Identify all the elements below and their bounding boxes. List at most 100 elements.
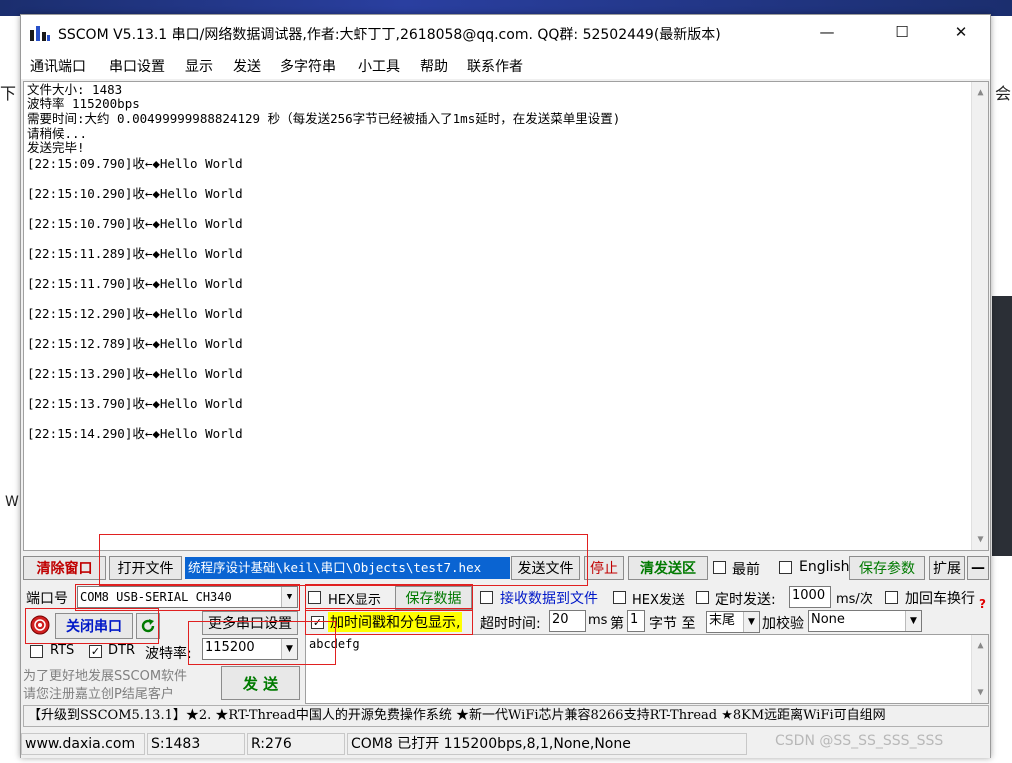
interval-input[interactable]: 1000 (789, 586, 831, 608)
send-file-button[interactable]: 发送文件 (511, 556, 580, 580)
refresh-icon[interactable] (136, 613, 160, 639)
help-icon[interactable]: ? (979, 597, 986, 611)
chevron-down-icon[interactable]: ▼ (743, 612, 759, 632)
register-hint: 请您注册嘉立创P结尾客户 (23, 687, 174, 702)
port-value: COM8 USB-SERIAL CH340 (80, 590, 232, 604)
background-panel (992, 296, 1012, 556)
hex-send-label: HEX发送 (632, 593, 685, 608)
minimize-button[interactable]: — (804, 15, 850, 49)
chevron-down-icon[interactable]: ▼ (281, 639, 297, 659)
status-received-count: R:276 (247, 733, 345, 755)
expand-button[interactable]: 扩展 (929, 556, 965, 580)
recv-header-line: 需要时间:大约 0.00499999988824129 秒（每发送256字节已经… (27, 111, 621, 126)
chevron-down-icon[interactable]: ▼ (905, 611, 921, 631)
recv-log-line: [22:15:13.790]收←◆Hello World (27, 396, 243, 411)
menu-serial-settings[interactable]: 串口设置 (109, 56, 165, 76)
recv-log-line: [22:15:13.290]收←◆Hello World (27, 366, 243, 381)
scroll-down-icon[interactable]: ▼ (972, 684, 989, 701)
app-icon (30, 26, 50, 41)
baud-select[interactable]: 115200 ▼ (202, 638, 298, 660)
add-newline-label: 加回车换行 (905, 591, 975, 607)
menu-display[interactable]: 显示 (185, 56, 213, 76)
recv-log-line: [22:15:09.790]收←◆Hello World (27, 156, 243, 171)
menu-tools[interactable]: 小工具 (358, 56, 400, 76)
recv-log-line: [22:15:12.789]收←◆Hello World (27, 336, 243, 351)
byte-to-label: 字节 至 (649, 616, 696, 632)
recv-header-line: 波特率 115200bps (27, 96, 140, 111)
checksum-value: None (811, 612, 845, 627)
stop-button[interactable]: 停止 (584, 556, 624, 580)
menu-contact-author[interactable]: 联系作者 (467, 56, 523, 76)
menu-comm-port[interactable]: 通讯端口 (30, 56, 86, 76)
timeout-unit: ms (588, 613, 608, 628)
ad-bar[interactable]: 【升级到SSCOM5.13.1】★2. ★RT-Thread中国人的开源免费操作… (23, 705, 989, 727)
status-port-info: COM8 已打开 115200bps,8,1,None,None (347, 733, 747, 755)
more-serial-settings-button[interactable]: 更多串口设置 (202, 611, 298, 635)
send-button[interactable]: 发 送 (221, 666, 300, 700)
end-select[interactable]: 末尾 ▼ (706, 611, 760, 633)
recv-to-file-checkbox[interactable] (480, 591, 493, 604)
scroll-up-icon[interactable]: ▲ (972, 84, 988, 101)
recv-header-line: 请稍候... (27, 126, 88, 141)
receive-area[interactable]: 文件大小: 1483 波特率 115200bps 需要时间:大约 0.00499… (23, 81, 989, 551)
add-newline-checkbox[interactable] (885, 591, 898, 604)
file-path-input[interactable]: 统程序设计基础\keil\串口\Objects\test7.hex (185, 557, 510, 579)
menu-multi-string[interactable]: 多字符串 (280, 56, 336, 76)
receive-scrollbar[interactable]: ▲ ▼ (971, 82, 988, 550)
collapse-button[interactable]: — (967, 556, 989, 580)
start-byte-input[interactable]: 1 (627, 610, 645, 632)
recv-log-line: [22:15:11.790]收←◆Hello World (27, 276, 243, 291)
recv-log-line: [22:15:10.790]收←◆Hello World (27, 216, 243, 231)
send-text: abcdefg (309, 637, 360, 651)
timeout-label: 超时时间: (480, 616, 541, 632)
topmost-label: 最前 (732, 562, 760, 578)
open-file-button[interactable]: 打开文件 (109, 556, 182, 580)
sscom-window: SSCOM V5.13.1 串口/网络数据调试器,作者:大虾丁丁,2618058… (20, 14, 991, 758)
menu-bar: 通讯端口 串口设置 显示 发送 多字符串 小工具 帮助 联系作者 (21, 49, 990, 79)
close-port-button[interactable]: 关闭串口 (55, 613, 133, 639)
timeout-input[interactable]: 20 (549, 610, 586, 632)
english-label: English (799, 559, 850, 575)
recv-log-line: [22:15:12.290]收←◆Hello World (27, 306, 243, 321)
rts-label: RTS (50, 643, 75, 658)
status-sent-count: S:1483 (147, 733, 245, 755)
status-website[interactable]: www.daxia.com (21, 733, 145, 755)
register-hint: 为了更好地发展SSCOM软件 (23, 669, 188, 684)
rts-checkbox[interactable] (30, 645, 43, 658)
topmost-checkbox[interactable] (713, 561, 726, 574)
clear-send-button[interactable]: 清发送区 (628, 556, 708, 580)
recv-to-file-label: 接收数据到文件 (500, 591, 598, 607)
baud-label: 波特率: (145, 646, 192, 662)
hex-send-checkbox[interactable] (613, 591, 626, 604)
chevron-down-icon[interactable]: ▼ (281, 587, 297, 607)
page-label: 第 (610, 616, 624, 632)
send-scrollbar[interactable]: ▲ ▼ (971, 635, 988, 703)
window-title: SSCOM V5.13.1 串口/网络数据调试器,作者:大虾丁丁,2618058… (58, 27, 721, 43)
checksum-select[interactable]: None ▼ (808, 610, 922, 632)
english-checkbox[interactable] (779, 561, 792, 574)
close-button[interactable]: ✕ (938, 15, 984, 49)
background-text: W (5, 494, 19, 510)
menu-help[interactable]: 帮助 (420, 56, 448, 76)
clear-window-button[interactable]: 清除窗口 (23, 556, 106, 580)
end-value: 末尾 (709, 613, 736, 628)
dtr-checkbox[interactable]: ✓ (89, 645, 102, 658)
timestamp-label: 加时间戳和分包显示, (328, 612, 463, 632)
background-text: 下 (0, 84, 17, 103)
menu-send[interactable]: 发送 (233, 56, 261, 76)
port-select[interactable]: COM8 USB-SERIAL CH340 ▼ (77, 586, 298, 608)
port-status-icon (29, 614, 51, 636)
save-params-button[interactable]: 保存参数 (849, 556, 925, 580)
send-textarea[interactable]: abcdefg ▲ ▼ (305, 634, 989, 704)
scroll-down-icon[interactable]: ▼ (972, 531, 988, 548)
recv-header-line: 文件大小: 1483 (27, 82, 123, 97)
timed-send-checkbox[interactable] (696, 591, 709, 604)
timestamp-checkbox[interactable]: ✓ (311, 616, 324, 629)
scroll-up-icon[interactable]: ▲ (972, 637, 989, 654)
hex-display-checkbox[interactable] (308, 591, 321, 604)
recv-header-line: 发送完毕! (27, 140, 85, 155)
recv-log-line: [22:15:10.290]收←◆Hello World (27, 186, 243, 201)
save-data-button[interactable]: 保存数据 (395, 586, 472, 610)
recv-log-line: [22:15:11.289]收←◆Hello World (27, 246, 243, 261)
maximize-button[interactable]: ☐ (879, 15, 925, 49)
